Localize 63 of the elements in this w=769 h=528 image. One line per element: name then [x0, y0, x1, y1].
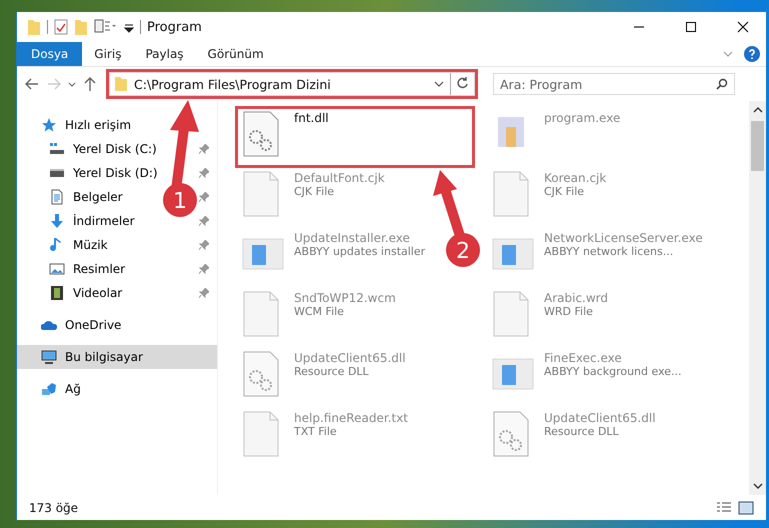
window-title: Program [147, 20, 203, 34]
sysdrive-icon [49, 141, 65, 157]
pc-icon [41, 349, 57, 365]
nav-item[interactable]: OneDrive [17, 313, 217, 337]
pin-icon [199, 216, 209, 226]
item-count: 173 öğe [29, 500, 78, 514]
file-type: WCM File [294, 305, 345, 318]
dropdown-icon[interactable] [434, 79, 444, 89]
video-icon [49, 285, 65, 301]
address-field[interactable]: C:\Program Files\Program Dizini [109, 72, 475, 96]
pin-icon [199, 144, 209, 154]
refresh-button[interactable] [450, 73, 470, 95]
folder-icon[interactable] [74, 18, 88, 36]
folder-icon [114, 76, 128, 92]
scrollbar-thumb[interactable] [751, 121, 764, 171]
file-type: Resource DLL [544, 425, 620, 438]
ribbon-tab[interactable]: Paylaş [133, 42, 196, 66]
file-type: ABBYY updates installer [294, 245, 426, 258]
scroll-up-icon[interactable] [752, 105, 762, 115]
star-icon [41, 117, 57, 133]
step-badge: 2 [446, 233, 480, 267]
close-icon [737, 21, 749, 33]
scrollbar[interactable] [749, 101, 766, 495]
help-icon[interactable] [744, 46, 760, 62]
maximize-icon [685, 21, 697, 33]
search-icon [716, 78, 728, 90]
ribbon-tab[interactable]: Giriş [82, 42, 134, 66]
ribbon-tab[interactable]: Dosya [17, 42, 82, 66]
pictures-icon [49, 261, 65, 277]
search-field[interactable]: Ara: Program [493, 73, 735, 95]
file-type: ABBYY network licens... [544, 245, 674, 258]
file-type: CJK File [544, 185, 586, 198]
step-badge: 1 [163, 183, 197, 217]
nav-item[interactable]: Resimler [17, 257, 217, 281]
file-type: ABBYY background exe... [544, 365, 682, 378]
step-arrow [433, 170, 465, 238]
ribbon-tab[interactable]: Görünüm [196, 42, 276, 66]
docs-icon [49, 189, 65, 205]
pin-icon [199, 240, 209, 250]
nav-item[interactable]: Yerel Disk (D:) [17, 161, 217, 185]
scroll-down-icon[interactable] [752, 481, 762, 491]
folder-icon[interactable] [27, 18, 41, 36]
network-icon [41, 381, 57, 397]
file-name[interactable]: fnt.dll [294, 111, 329, 125]
file-type: WRD File [544, 305, 594, 318]
details-view-icon[interactable] [716, 500, 732, 514]
checklist-icon[interactable] [54, 18, 68, 36]
nav-item[interactable]: Bu bilgisayar [17, 345, 217, 369]
refresh-icon [457, 76, 469, 88]
file-type: TXT File [294, 425, 338, 438]
file-type: Resource DLL [294, 365, 370, 378]
nav-item[interactable]: Videolar [17, 281, 217, 305]
download-icon [49, 213, 65, 229]
pin-icon [199, 264, 209, 274]
nav-item[interactable]: Hızlı erişim [17, 113, 217, 137]
pin-icon [199, 288, 209, 298]
pin-icon [199, 192, 209, 202]
file-type: CJK File [294, 185, 336, 198]
large-icons-view-icon[interactable] [738, 500, 754, 514]
nav-item[interactable]: Ağ [17, 377, 217, 401]
nav-item[interactable]: Yerel Disk (C:) [17, 137, 217, 161]
pin-icon [199, 168, 209, 178]
nav-item[interactable]: Müzik [17, 233, 217, 257]
